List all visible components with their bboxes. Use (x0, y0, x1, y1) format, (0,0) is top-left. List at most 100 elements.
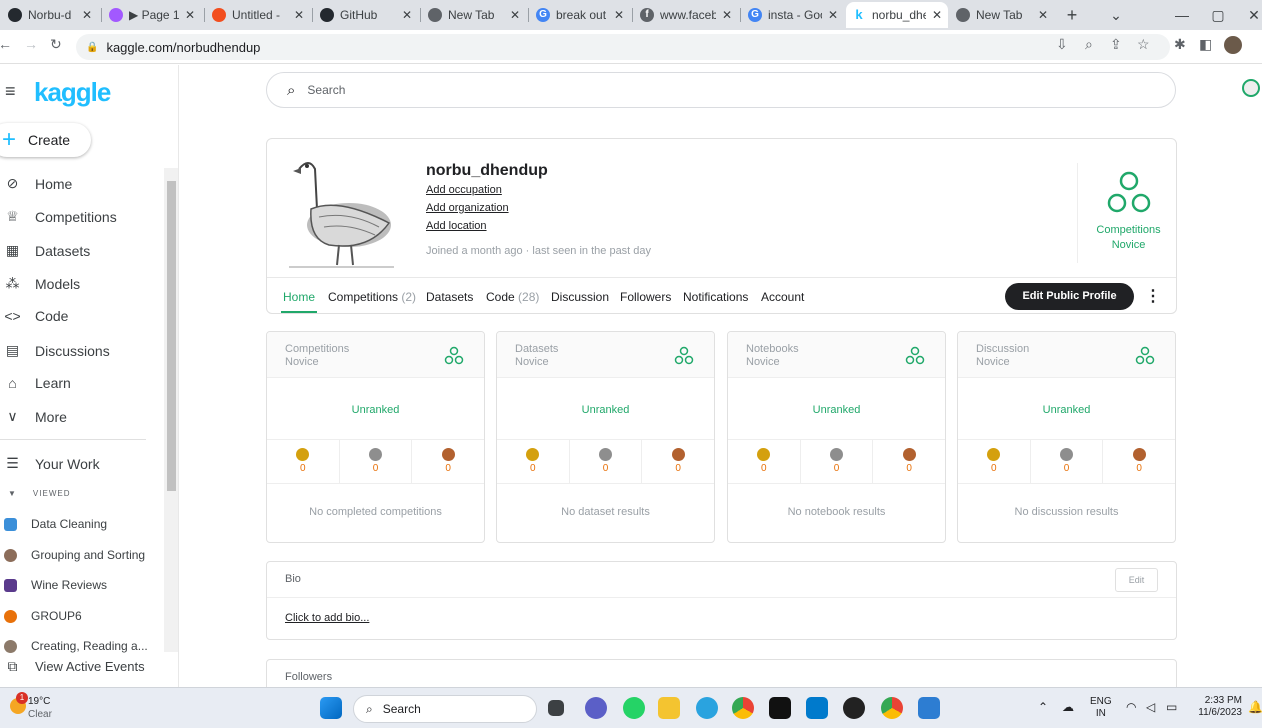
install-icon[interactable]: ⇩ (1056, 36, 1068, 53)
tray-chevron-icon[interactable]: ⌃ (1038, 700, 1048, 714)
browser-tab[interactable]: Gbreak out ✕ (530, 2, 630, 28)
close-tab-icon[interactable]: ✕ (828, 8, 838, 22)
close-tab-icon[interactable]: ✕ (932, 8, 942, 22)
close-window-icon[interactable]: ✕ (1236, 0, 1262, 30)
viewed-item[interactable]: Wine Reviews (4, 578, 107, 592)
maximize-icon[interactable]: ▢ (1200, 0, 1236, 30)
more-options-icon[interactable]: ⋮ (1145, 286, 1161, 306)
chrome-active-icon[interactable] (881, 697, 903, 719)
close-tab-icon[interactable]: ✕ (402, 8, 412, 22)
add-organization-link[interactable]: Add organization (426, 202, 509, 214)
notification-bell-icon[interactable]: 🔔 (1248, 700, 1262, 714)
viewed-section-header[interactable]: ▼ VIEWED (8, 489, 70, 498)
close-tab-icon[interactable]: ✕ (185, 8, 195, 22)
rank-text: Unranked (351, 404, 400, 416)
chrome-icon[interactable] (732, 697, 754, 719)
sidebar-item-your-work[interactable]: ☰ Your Work (4, 455, 99, 472)
close-tab-icon[interactable]: ✕ (722, 8, 732, 22)
add-location-link[interactable]: Add location (426, 220, 487, 232)
edit-profile-button[interactable]: Edit Public Profile (1005, 283, 1134, 310)
onedrive-icon[interactable]: ☁ (1062, 700, 1074, 714)
user-menu-icon[interactable] (1242, 79, 1260, 97)
tab-datasets[interactable]: Datasets (426, 290, 473, 304)
app-icon[interactable] (769, 697, 791, 719)
tab-home[interactable]: Home (283, 290, 315, 304)
close-tab-icon[interactable]: ✕ (510, 8, 520, 22)
vscode-icon[interactable] (806, 697, 828, 719)
profile-avatar-icon[interactable] (1224, 36, 1242, 54)
browser-tab[interactable]: Ginsta - Goo ✕ (742, 2, 844, 28)
tab-followers[interactable]: Followers (620, 290, 671, 304)
bookmark-star-icon[interactable]: ☆ (1137, 36, 1150, 53)
zoom-icon[interactable]: ⌕ (1085, 36, 1093, 53)
sidebar-item-learn[interactable]: ⌂ Learn (4, 375, 71, 391)
weather-widget[interactable]: 1 19°C Clear (8, 692, 68, 724)
tab-notifications[interactable]: Notifications (683, 290, 748, 304)
add-occupation-link[interactable]: Add occupation (426, 184, 502, 196)
url-field[interactable]: 🔒 kaggle.com/norbudhendup (76, 34, 1170, 60)
sidebar-scrollbar-thumb[interactable] (167, 181, 176, 491)
profile-avatar-goose[interactable] (279, 147, 397, 273)
browser-tab[interactable]: Untitled - ✕ (206, 2, 310, 28)
sidebar-item-competitions[interactable]: ♕ Competitions (4, 208, 116, 225)
close-tab-icon[interactable]: ✕ (82, 8, 92, 22)
tab-discussion[interactable]: Discussion (551, 290, 609, 304)
language-indicator[interactable]: ENG IN (1090, 696, 1112, 720)
browser-tab[interactable]: New Tab ✕ (422, 2, 526, 28)
menu-icon[interactable]: ≡ (5, 81, 16, 102)
file-explorer-icon[interactable] (658, 697, 680, 719)
create-button[interactable]: + Create (0, 123, 91, 157)
silver-medal-count: 0 (801, 440, 874, 483)
add-bio-link[interactable]: Click to add bio... (285, 612, 369, 624)
back-icon[interactable]: ← (0, 36, 12, 52)
minimize-icon[interactable]: — (1164, 0, 1200, 30)
browser-tab[interactable]: ▶ Page 1 -✕ (103, 2, 201, 28)
sidebar-item-datasets[interactable]: ▦ Datasets (4, 242, 90, 259)
volume-icon[interactable]: ◁ (1146, 700, 1155, 714)
viewed-item[interactable]: GROUP6 (4, 609, 82, 623)
browser-tab[interactable]: GitHub ✕ (314, 2, 418, 28)
share-icon[interactable]: ⇪ (1110, 36, 1122, 53)
tab-account[interactable]: Account (761, 290, 804, 304)
tab-code[interactable]: Code (28) (486, 290, 539, 304)
whatsapp-icon[interactable] (623, 697, 645, 719)
telegram-icon[interactable] (696, 697, 718, 719)
viewed-item[interactable]: Creating, Reading a... (4, 639, 148, 653)
windows-start-icon[interactable] (320, 697, 342, 719)
battery-icon[interactable]: ▭ (1166, 700, 1177, 714)
viewed-item[interactable]: Grouping and Sorting (4, 548, 145, 562)
sidebar-item-code[interactable]: <> Code (4, 308, 68, 324)
search-bar[interactable]: ⌕ Search (266, 72, 1176, 108)
tier-badge[interactable]: Competitions Novice (1077, 163, 1179, 263)
browser-tab-active[interactable]: k norbu_dhe ✕ (846, 2, 948, 28)
browser-tab[interactable]: f www.faceb ✕ (634, 2, 738, 28)
clock[interactable]: 2:33 PM 11/6/2023 (1194, 695, 1242, 719)
reload-icon[interactable]: ↻ (50, 36, 62, 53)
wifi-icon[interactable]: ◠ (1126, 700, 1136, 714)
bio-edit-button[interactable]: Edit (1115, 568, 1158, 592)
extensions-icon[interactable]: ✱ (1174, 36, 1186, 53)
sidebar-item-models[interactable]: ⁂ Models (4, 275, 81, 292)
browser-tab[interactable]: Norbu-d ✕ (2, 2, 98, 28)
sidebar-item-home[interactable]: ⊘ Home (4, 175, 73, 192)
side-panel-icon[interactable]: ◧ (1199, 36, 1212, 53)
new-tab-icon[interactable]: + (1054, 0, 1090, 30)
sidebar-item-discussions[interactable]: ▤ Discussions (4, 342, 110, 359)
viewed-item[interactable]: Data Cleaning (4, 517, 107, 531)
browser-tab[interactable]: New Tab ✕ (950, 2, 1054, 28)
close-tab-icon[interactable]: ✕ (1038, 8, 1048, 22)
taskbar-search[interactable]: ⌕ Search (353, 695, 537, 723)
chat-icon[interactable] (585, 697, 607, 719)
forward-icon[interactable]: → (24, 36, 38, 52)
media-player-icon[interactable] (843, 697, 865, 719)
close-tab-icon[interactable]: ✕ (614, 8, 624, 22)
models-icon: ⁂ (5, 275, 20, 291)
sidebar-item-more[interactable]: ∨ More (4, 408, 67, 425)
task-view-icon[interactable] (548, 700, 564, 716)
sidebar-item-view-active-events[interactable]: ⧉ View Active Events (4, 658, 164, 675)
kaggle-logo[interactable]: kaggle (34, 77, 111, 108)
tab-competitions[interactable]: Competitions (2) (328, 290, 416, 304)
tab-search-icon[interactable]: ⌄ (1098, 0, 1134, 30)
photos-icon[interactable] (918, 697, 940, 719)
close-tab-icon[interactable]: ✕ (294, 8, 304, 22)
